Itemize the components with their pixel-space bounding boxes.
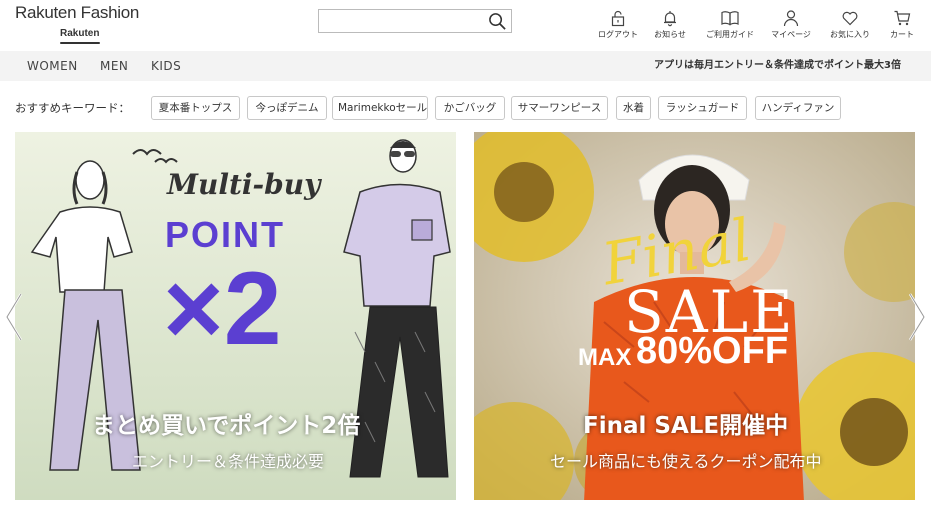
logout-label: ログアウト: [598, 30, 638, 39]
final-sale-banner[interactable]: Final SALE MAX 80%OFF Final SALE開催中 セール商…: [474, 132, 915, 500]
multiplier-text: ×2: [163, 251, 282, 367]
cart-label: カート: [890, 30, 914, 39]
point-text: POINT: [165, 214, 286, 255]
favorites-link[interactable]: お気に入り: [826, 9, 874, 43]
max-text: MAX: [578, 344, 632, 371]
keyword-chip[interactable]: ハンディファン: [755, 96, 841, 120]
notice-label: お知らせ: [654, 30, 686, 39]
notice-link[interactable]: お知らせ: [650, 9, 690, 43]
keyword-chip[interactable]: Marimekkoセール: [332, 96, 428, 120]
top-header: Rakuten Fashion Rakuten ログアウト お知らせ ご利用ガイ…: [0, 0, 931, 50]
logo-sub-text: Rakuten: [60, 28, 100, 39]
guide-label: ご利用ガイド: [706, 30, 754, 39]
multibuy-headline: まとめ買いでポイント2倍: [92, 413, 361, 439]
logo-text: Rakuten Fashion: [15, 3, 140, 22]
mypage-link[interactable]: マイページ: [768, 9, 814, 43]
category-men[interactable]: MEN: [100, 51, 128, 81]
heart-icon: [842, 11, 858, 26]
multibuy-banner[interactable]: Multi-buy POINT ×2 まとめ買いでポイント2倍 エントリー＆条件…: [15, 132, 456, 500]
logo-underline: [60, 42, 100, 44]
category-women[interactable]: WOMEN: [27, 51, 78, 81]
user-icon: [783, 10, 799, 27]
logout-link[interactable]: ログアウト: [596, 9, 640, 43]
category-bar: WOMEN MEN KIDS アプリは毎月エントリー＆条件達成でポイント最大3倍: [0, 51, 931, 81]
multibuy-subline: エントリー＆条件達成必要: [132, 452, 325, 471]
keyword-chip[interactable]: かごバッグ: [435, 96, 505, 120]
recommended-keywords: おすすめキーワード： 夏本番トップス 今っぽデニム Marimekkoセール か…: [15, 95, 915, 121]
guide-link[interactable]: ご利用ガイド: [700, 9, 760, 43]
favorites-label: お気に入り: [830, 30, 870, 39]
logout-lock-icon: [611, 10, 625, 27]
keywords-label: おすすめキーワード：: [15, 101, 130, 115]
keyword-chip[interactable]: サマーワンピース: [511, 96, 608, 120]
search-box: [318, 9, 512, 33]
final-sale-headline: Final SALE開催中: [583, 413, 789, 439]
carousel-next-arrow-icon[interactable]: [906, 290, 928, 344]
rakuten-fashion-logo[interactable]: Rakuten Fashion Rakuten: [15, 3, 147, 45]
carousel-prev-arrow-icon[interactable]: [3, 290, 25, 344]
final-sale-subline: セール商品にも使えるクーポン配布中: [550, 452, 822, 471]
keyword-chip[interactable]: ラッシュガード: [658, 96, 747, 120]
mypage-label: マイページ: [771, 30, 811, 39]
percent-off-text: 80%OFF: [636, 330, 789, 372]
keyword-chip[interactable]: 夏本番トップス: [151, 96, 240, 120]
book-icon: [721, 11, 739, 26]
multibuy-script-text: Multi-buy: [167, 168, 321, 201]
search-icon[interactable]: [488, 12, 507, 31]
cart-icon: [894, 10, 911, 26]
keyword-chip[interactable]: 今っぽデニム: [247, 96, 327, 120]
app-promo-link[interactable]: アプリは毎月エントリー＆条件達成でポイント最大3倍: [654, 51, 901, 81]
keyword-chip[interactable]: 水着: [616, 96, 651, 120]
bell-icon: [664, 11, 676, 27]
cart-link[interactable]: カート: [884, 9, 920, 43]
search-input[interactable]: [323, 12, 483, 30]
category-kids[interactable]: KIDS: [151, 51, 181, 81]
